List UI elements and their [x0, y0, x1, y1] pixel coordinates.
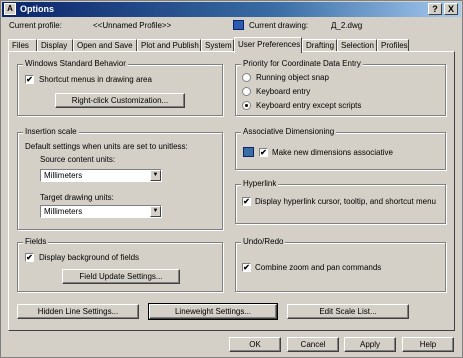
- edit-scale-list-button[interactable]: Edit Scale List...: [287, 304, 409, 319]
- insertion-scale-title: Insertion scale: [23, 127, 79, 136]
- display-background-label: Display background of fields: [39, 253, 140, 262]
- windows-behavior-title: Windows Standard Behavior: [23, 59, 128, 68]
- keyboard-entry-except-scripts-radio[interactable]: [242, 101, 251, 110]
- source-content-units-label: Source content units:: [40, 155, 116, 164]
- user-preferences-panel: Windows Standard Behavior ✔ Shortcut men…: [8, 51, 455, 331]
- right-click-customization-button[interactable]: Right-click Customization...: [55, 93, 185, 108]
- keyboard-entry-except-scripts-label: Keyboard entry except scripts: [256, 101, 362, 110]
- hyperlink-group: Hyperlink ✔ Display hyperlink cursor, to…: [235, 179, 446, 224]
- title-bar[interactable]: A Options ? X: [2, 2, 461, 17]
- field-update-settings-button[interactable]: Field Update Settings...: [62, 269, 180, 284]
- keyboard-entry-label: Keyboard entry: [256, 87, 311, 96]
- apply-button[interactable]: Apply: [344, 337, 396, 352]
- ok-button[interactable]: OK: [229, 337, 281, 352]
- associative-dimension-icon: [243, 147, 254, 157]
- chevron-down-icon[interactable]: ▼: [150, 206, 161, 217]
- combine-zoom-pan-label: Combine zoom and pan commands: [255, 263, 382, 272]
- chevron-down-icon[interactable]: ▼: [150, 170, 161, 181]
- priority-title: Priority for Coordinate Data Entry: [241, 59, 363, 68]
- windows-behavior-group: Windows Standard Behavior ✔ Shortcut men…: [17, 59, 223, 116]
- current-profile-label: Current profile:: [9, 21, 62, 30]
- combine-zoom-pan-checkbox[interactable]: ✔: [242, 263, 251, 272]
- display-background-checkbox[interactable]: ✔: [25, 253, 34, 262]
- autocad-app-icon: A: [4, 3, 16, 15]
- make-associative-checkbox[interactable]: ✔: [259, 148, 268, 157]
- target-drawing-units-value: Millimeters: [44, 207, 83, 216]
- insertion-scale-group: Insertion scale Default settings when un…: [17, 127, 223, 230]
- current-drawing-label: Current drawing:: [249, 21, 309, 30]
- assoc-dim-title: Associative Dimensioning: [241, 127, 337, 136]
- shortcut-menus-checkbox[interactable]: ✔: [25, 75, 34, 84]
- target-drawing-units-label: Target drawing units:: [40, 193, 114, 202]
- target-drawing-units-select[interactable]: Millimeters ▼: [40, 205, 162, 218]
- options-dialog: A Options ? X Current profile: <<Unnamed…: [0, 0, 463, 358]
- help-button[interactable]: Help: [402, 337, 454, 352]
- undo-redo-group: Undo/Redo ✔ Combine zoom and pan command…: [235, 237, 446, 292]
- close-title-button[interactable]: X: [444, 3, 458, 15]
- fields-title: Fields: [23, 237, 49, 246]
- hyperlink-label: Display hyperlink cursor, tooltip, and s…: [255, 197, 436, 206]
- keyboard-entry-radio[interactable]: [242, 87, 251, 96]
- cancel-button[interactable]: Cancel: [287, 337, 339, 352]
- tab-user-preferences[interactable]: User Preferences: [234, 37, 302, 53]
- current-profile-value: <<Unnamed Profile>>: [93, 21, 172, 30]
- shortcut-menus-label: Shortcut menus in drawing area: [39, 75, 152, 84]
- help-title-button[interactable]: ?: [428, 3, 442, 15]
- running-object-snap-label: Running object snap: [256, 73, 329, 82]
- insertion-scale-description: Default settings when units are set to u…: [25, 142, 188, 151]
- running-object-snap-radio[interactable]: [242, 73, 251, 82]
- hyperlink-title: Hyperlink: [241, 179, 279, 188]
- assoc-dim-group: Associative Dimensioning ✔ Make new dime…: [235, 127, 446, 170]
- source-content-units-value: Millimeters: [44, 171, 83, 180]
- lineweight-settings-button[interactable]: Lineweight Settings...: [148, 303, 278, 320]
- source-content-units-select[interactable]: Millimeters ▼: [40, 169, 162, 182]
- current-drawing-value: Д_2.dwg: [331, 21, 363, 30]
- fields-group: Fields ✔ Display background of fields Fi…: [17, 237, 223, 292]
- hyperlink-checkbox[interactable]: ✔: [242, 197, 251, 206]
- priority-group: Priority for Coordinate Data Entry Runni…: [235, 59, 446, 116]
- undo-redo-title: Undo/Redo: [241, 237, 286, 246]
- window-title: Options: [20, 4, 54, 14]
- make-associative-label: Make new dimensions associative: [272, 148, 393, 157]
- drawing-icon: [233, 20, 244, 30]
- hidden-line-settings-button[interactable]: Hidden Line Settings...: [17, 304, 139, 319]
